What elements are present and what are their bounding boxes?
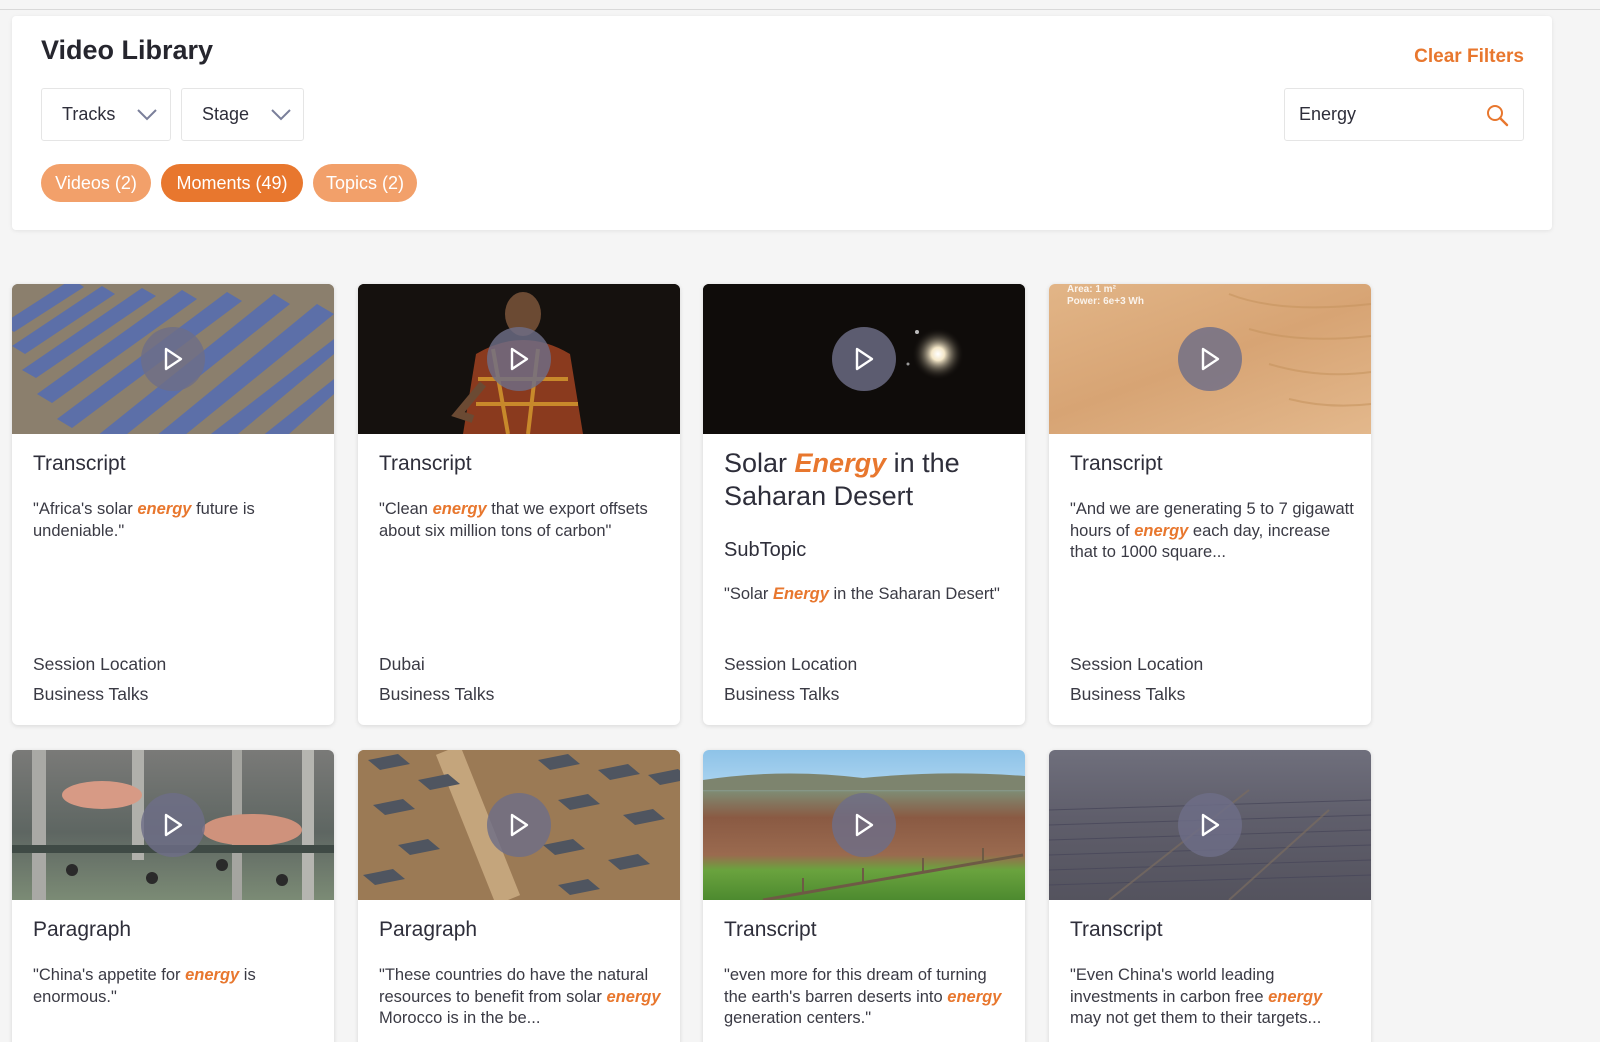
tracks-dropdown-label: Tracks [62, 104, 116, 124]
search-highlight: energy [137, 500, 192, 518]
card-category: Business Talks [33, 684, 149, 704]
search-box [1284, 88, 1524, 141]
search-highlight: energy [606, 987, 661, 1006]
play-icon [855, 347, 874, 371]
play-button[interactable] [487, 327, 551, 391]
card-location: Session Location [1070, 654, 1204, 674]
stage-dropdown-label: Stage [202, 104, 250, 124]
search-highlight: energy [1268, 987, 1323, 1006]
page-title: Video Library [41, 35, 214, 65]
search-highlight: Energy [772, 585, 829, 603]
result-card[interactable]: Solar Energy in the Saharan Desert SubTo… [703, 284, 1025, 725]
clear-filters-link[interactable]: Clear Filters [1414, 46, 1524, 68]
chevron-down-icon [271, 108, 291, 120]
card-category: Business Talks [379, 684, 495, 704]
card-type-label: Transcript [33, 452, 126, 475]
card-location: Session Location [33, 654, 167, 674]
chevron-down-icon [137, 108, 158, 120]
card-quote: "Africa's solar energy future is undenia… [33, 500, 255, 540]
card-topic-title: Solar Energy in the Saharan Desert [724, 448, 960, 511]
card-type-label: Paragraph [33, 918, 132, 941]
play-button[interactable] [832, 327, 896, 391]
search-highlight: energy [1134, 521, 1189, 540]
search-icon[interactable] [1485, 103, 1509, 127]
search-highlight: Energy [794, 448, 887, 478]
card-location: Session Location [724, 654, 858, 674]
play-button[interactable] [1178, 327, 1242, 391]
video-thumbnail[interactable] [358, 750, 680, 900]
tracks-dropdown[interactable]: Tracks [41, 88, 171, 141]
play-icon [1201, 813, 1220, 837]
video-thumbnail[interactable] [703, 750, 1025, 900]
result-card[interactable]: Transcript "even more for this dream of … [703, 750, 1025, 1042]
card-type-label: Transcript [379, 452, 472, 475]
videos-filter-pill[interactable]: Videos (2) [41, 164, 151, 202]
card-quote: "Even China's world leading investments … [1070, 966, 1323, 1027]
card-category: Business Talks [724, 684, 840, 704]
card-type-label: Paragraph [379, 918, 478, 941]
search-highlight: energy [947, 987, 1002, 1006]
card-quote: "Solar Energy in the Saharan Desert" [724, 585, 1000, 603]
result-card[interactable]: Paragraph "These countries do have the n… [358, 750, 680, 1042]
result-card[interactable]: Paragraph "China's appetite for energy i… [12, 750, 334, 1042]
card-quote: "Clean energy that we export offsets abo… [379, 500, 648, 540]
top-divider [0, 9, 1600, 10]
card-type-label: SubTopic [724, 539, 807, 561]
card-quote: "These countries do have the natural res… [379, 966, 661, 1027]
result-card[interactable]: Area: 1 m² Power: 6e+3 Wh Transcript "And… [1049, 284, 1371, 725]
play-icon [164, 813, 183, 837]
video-thumbnail[interactable]: Area: 1 m² Power: 6e+3 Wh [1049, 284, 1371, 434]
card-type-label: Transcript [724, 918, 817, 941]
card-quote: "even more for this dream of turning the… [724, 966, 1002, 1027]
card-location: Dubai [379, 654, 425, 674]
result-card[interactable]: Transcript "Even China's world leading i… [1049, 750, 1371, 1042]
play-button[interactable] [141, 793, 205, 857]
thumbnail-caption: Area: 1 m² Power: 6e+3 Wh [1067, 284, 1144, 307]
search-input[interactable] [1299, 104, 1485, 125]
search-highlight: energy [185, 966, 240, 984]
video-thumbnail[interactable] [12, 750, 334, 900]
card-type-label: Transcript [1070, 452, 1163, 475]
video-thumbnail[interactable] [12, 284, 334, 434]
search-highlight: energy [432, 500, 487, 518]
play-button[interactable] [487, 793, 551, 857]
result-card[interactable]: Transcript "Clean energy that we export … [358, 284, 680, 725]
topics-filter-pill[interactable]: Topics (2) [313, 164, 417, 202]
play-icon [510, 347, 529, 371]
video-thumbnail[interactable] [703, 284, 1025, 434]
play-icon [164, 347, 183, 371]
moments-filter-pill[interactable]: Moments (49) [161, 164, 303, 202]
card-type-label: Transcript [1070, 918, 1163, 941]
video-thumbnail[interactable] [1049, 750, 1371, 900]
play-button[interactable] [832, 793, 896, 857]
stage-dropdown[interactable]: Stage [181, 88, 304, 141]
video-thumbnail[interactable] [358, 284, 680, 434]
filter-panel: Video Library Clear Filters Tracks Stage… [12, 16, 1552, 230]
play-button[interactable] [141, 327, 205, 391]
play-icon [510, 813, 529, 837]
card-quote: "And we are generating 5 to 7 gigawatt h… [1070, 500, 1354, 561]
play-button[interactable] [1178, 793, 1242, 857]
card-category: Business Talks [1070, 684, 1186, 704]
card-quote: "China's appetite for energy is enormous… [33, 966, 256, 1006]
result-card[interactable]: Transcript "Africa's solar energy future… [12, 284, 334, 725]
play-icon [1201, 347, 1220, 371]
play-icon [855, 813, 874, 837]
